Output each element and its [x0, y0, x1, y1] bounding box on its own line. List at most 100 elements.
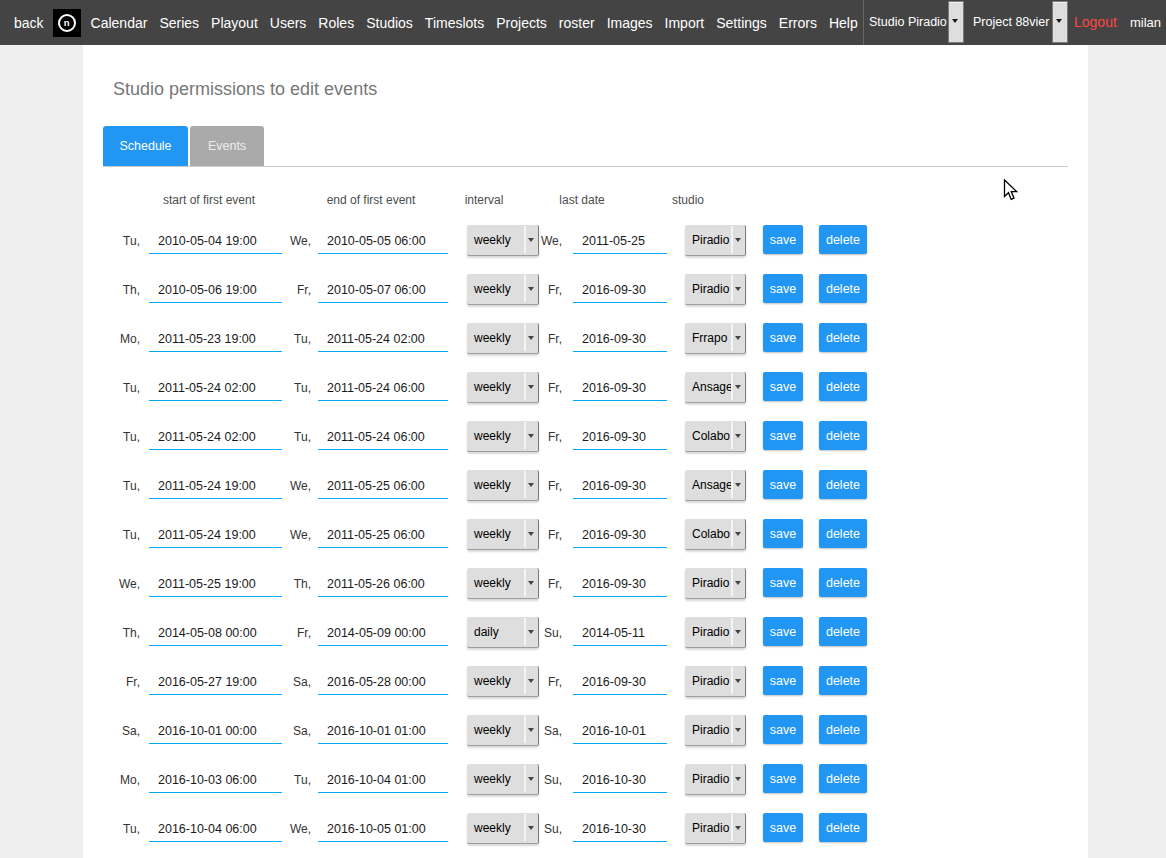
- save-button[interactable]: save: [763, 666, 803, 695]
- app-logo-icon[interactable]: n: [53, 9, 81, 37]
- nav-item-help[interactable]: Help: [829, 15, 858, 31]
- nav-item-timeslots[interactable]: Timeslots: [425, 15, 484, 31]
- save-button[interactable]: save: [763, 274, 803, 303]
- start-input[interactable]: [149, 426, 282, 450]
- end-input[interactable]: [318, 573, 448, 597]
- start-input[interactable]: [149, 818, 282, 842]
- last-date-input[interactable]: [573, 573, 667, 597]
- end-input[interactable]: [318, 818, 448, 842]
- tab-schedule[interactable]: Schedule: [103, 126, 188, 166]
- start-input[interactable]: [149, 377, 282, 401]
- last-date-input[interactable]: [573, 426, 667, 450]
- studio-select[interactable]: Piradio: [685, 617, 746, 648]
- last-date-input[interactable]: [573, 230, 667, 254]
- save-button[interactable]: save: [763, 617, 803, 646]
- logout-link[interactable]: Logout: [1074, 0, 1117, 45]
- delete-button[interactable]: delete: [819, 421, 867, 450]
- last-date-input[interactable]: [573, 769, 667, 793]
- studio-select[interactable]: Ansage: [685, 372, 746, 403]
- delete-button[interactable]: delete: [819, 323, 867, 352]
- studio-select[interactable]: Ansage: [685, 470, 746, 501]
- delete-button[interactable]: delete: [819, 372, 867, 401]
- nav-item-import[interactable]: Import: [665, 15, 705, 31]
- delete-button[interactable]: delete: [819, 715, 867, 744]
- save-button[interactable]: save: [763, 715, 803, 744]
- end-input[interactable]: [318, 671, 448, 695]
- start-input[interactable]: [149, 671, 282, 695]
- save-button[interactable]: save: [763, 372, 803, 401]
- save-button[interactable]: save: [763, 323, 803, 352]
- studio-select[interactable]: Colabo: [685, 421, 746, 452]
- last-date-input[interactable]: [573, 328, 667, 352]
- end-input[interactable]: [318, 720, 448, 744]
- save-button[interactable]: save: [763, 225, 803, 254]
- studio-select[interactable]: Frrapo: [685, 323, 746, 354]
- tab-events[interactable]: Events: [190, 126, 264, 166]
- delete-button[interactable]: delete: [819, 274, 867, 303]
- end-input[interactable]: [318, 279, 448, 303]
- last-day-label: Fr,: [522, 380, 562, 396]
- nav-item-playout[interactable]: Playout: [211, 15, 258, 31]
- last-date-input[interactable]: [573, 671, 667, 695]
- save-button[interactable]: save: [763, 470, 803, 499]
- nav-item-roles[interactable]: Roles: [318, 15, 354, 31]
- nav-item-errors[interactable]: Errors: [779, 15, 817, 31]
- studio-select[interactable]: Piradio: [685, 274, 746, 305]
- save-button[interactable]: save: [763, 813, 803, 842]
- start-input[interactable]: [149, 622, 282, 646]
- nav-back-link[interactable]: back: [14, 15, 44, 31]
- start-input[interactable]: [149, 279, 282, 303]
- end-input[interactable]: [318, 622, 448, 646]
- delete-button[interactable]: delete: [819, 519, 867, 548]
- delete-button[interactable]: delete: [819, 470, 867, 499]
- studio-select[interactable]: Colabo: [685, 519, 746, 550]
- start-input[interactable]: [149, 230, 282, 254]
- delete-button[interactable]: delete: [819, 666, 867, 695]
- start-input[interactable]: [149, 475, 282, 499]
- start-input[interactable]: [149, 573, 282, 597]
- nav-item-series[interactable]: Series: [159, 15, 199, 31]
- last-date-input[interactable]: [573, 279, 667, 303]
- delete-button[interactable]: delete: [819, 617, 867, 646]
- studio-select[interactable]: Piradio: [685, 568, 746, 599]
- end-input[interactable]: [318, 475, 448, 499]
- studio-select[interactable]: Piradio: [685, 225, 746, 256]
- nav-item-roster[interactable]: roster: [559, 15, 595, 31]
- delete-button[interactable]: delete: [819, 813, 867, 842]
- last-date-input[interactable]: [573, 720, 667, 744]
- nav-item-studios[interactable]: Studios: [366, 15, 413, 31]
- studio-select[interactable]: Piradio: [685, 666, 746, 697]
- end-input[interactable]: [318, 524, 448, 548]
- studio-select[interactable]: Piradio: [685, 813, 746, 844]
- start-input[interactable]: [149, 769, 282, 793]
- nav-item-projects[interactable]: Projects: [496, 15, 547, 31]
- save-button[interactable]: save: [763, 519, 803, 548]
- nav-item-calendar[interactable]: Calendar: [91, 15, 148, 31]
- start-input[interactable]: [149, 720, 282, 744]
- nav-item-users[interactable]: Users: [270, 15, 307, 31]
- last-date-input[interactable]: [573, 622, 667, 646]
- delete-button[interactable]: delete: [819, 225, 867, 254]
- end-input[interactable]: [318, 769, 448, 793]
- end-input[interactable]: [318, 230, 448, 254]
- project-selector-dropdown[interactable]: [1052, 1, 1068, 43]
- last-date-input[interactable]: [573, 475, 667, 499]
- save-button[interactable]: save: [763, 421, 803, 450]
- delete-button[interactable]: delete: [819, 568, 867, 597]
- start-input[interactable]: [149, 524, 282, 548]
- end-input[interactable]: [318, 377, 448, 401]
- studio-select[interactable]: Piradio: [685, 764, 746, 795]
- end-input[interactable]: [318, 426, 448, 450]
- nav-item-images[interactable]: Images: [607, 15, 653, 31]
- delete-button[interactable]: delete: [819, 764, 867, 793]
- nav-item-settings[interactable]: Settings: [716, 15, 767, 31]
- studio-select[interactable]: Piradio: [685, 715, 746, 746]
- last-date-input[interactable]: [573, 524, 667, 548]
- start-input[interactable]: [149, 328, 282, 352]
- studio-selector-dropdown[interactable]: [948, 1, 964, 43]
- end-input[interactable]: [318, 328, 448, 352]
- save-button[interactable]: save: [763, 568, 803, 597]
- save-button[interactable]: save: [763, 764, 803, 793]
- last-date-input[interactable]: [573, 377, 667, 401]
- last-date-input[interactable]: [573, 818, 667, 842]
